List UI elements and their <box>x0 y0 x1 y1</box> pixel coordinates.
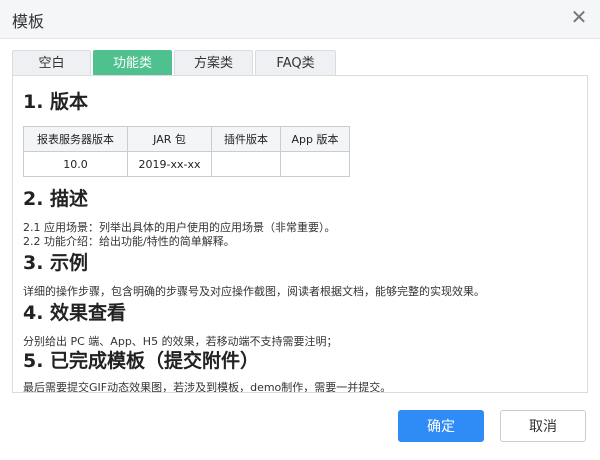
heading-effect: 4. 效果查看 <box>23 302 127 324</box>
close-icon[interactable]: ✕ <box>566 4 592 30</box>
completed-text: 最后需要提交GIF动态效果图，若涉及到模板，demo制作，需要一并提交。 <box>23 381 392 393</box>
tab-solution[interactable]: 方案类 <box>174 50 253 75</box>
description-line: 2.1 应用场景：列举出具体的用户使用的应用场景（非常重要）。 <box>23 221 336 234</box>
table-header: 报表服务器版本 <box>23 126 128 152</box>
description-line: 2.2 功能介绍：给出功能/特性的简单解释。 <box>23 235 235 248</box>
example-text: 详细的操作步骤，包含明确的步骤号及对应操作截图，阅读者根据文档，能够完整的实现效… <box>23 285 485 298</box>
cancel-button[interactable]: 取消 <box>500 410 586 442</box>
table-cell <box>280 151 350 177</box>
heading-description: 2. 描述 <box>23 188 89 210</box>
heading-completed: 5. 已完成模板（提交附件） <box>23 350 260 372</box>
confirm-button[interactable]: 确定 <box>398 410 484 442</box>
table-header-row: 报表服务器版本 JAR 包 插件版本 App 版本 <box>23 126 350 152</box>
heading-example: 3. 示例 <box>23 252 89 274</box>
template-dialog: 模板 ✕ 空白 功能类 方案类 FAQ类 1. 版本 报表服务器版本 JAR 包… <box>0 0 600 460</box>
template-content[interactable]: 1. 版本 报表服务器版本 JAR 包 插件版本 App 版本 10.0 201… <box>12 75 588 393</box>
table-cell: 10.0 <box>23 151 128 177</box>
tab-faq[interactable]: FAQ类 <box>255 50 336 75</box>
table-header: 插件版本 <box>211 126 281 152</box>
dialog-titlebar: 模板 ✕ <box>0 0 600 39</box>
table-row: 10.0 2019-xx-xx <box>23 151 350 177</box>
table-header: App 版本 <box>280 126 350 152</box>
table-cell: 2019-xx-xx <box>127 151 212 177</box>
table-cell <box>211 151 281 177</box>
effect-text: 分别给出 PC 端、App、H5 的效果，若移动端不支持需要注明； <box>23 335 338 348</box>
tab-blank[interactable]: 空白 <box>12 50 91 75</box>
tab-function[interactable]: 功能类 <box>93 50 172 75</box>
heading-version: 1. 版本 <box>23 91 89 113</box>
dialog-title: 模板 <box>12 12 45 31</box>
table-header: JAR 包 <box>127 126 212 152</box>
version-table: 报表服务器版本 JAR 包 插件版本 App 版本 10.0 2019-xx-x… <box>23 126 350 177</box>
